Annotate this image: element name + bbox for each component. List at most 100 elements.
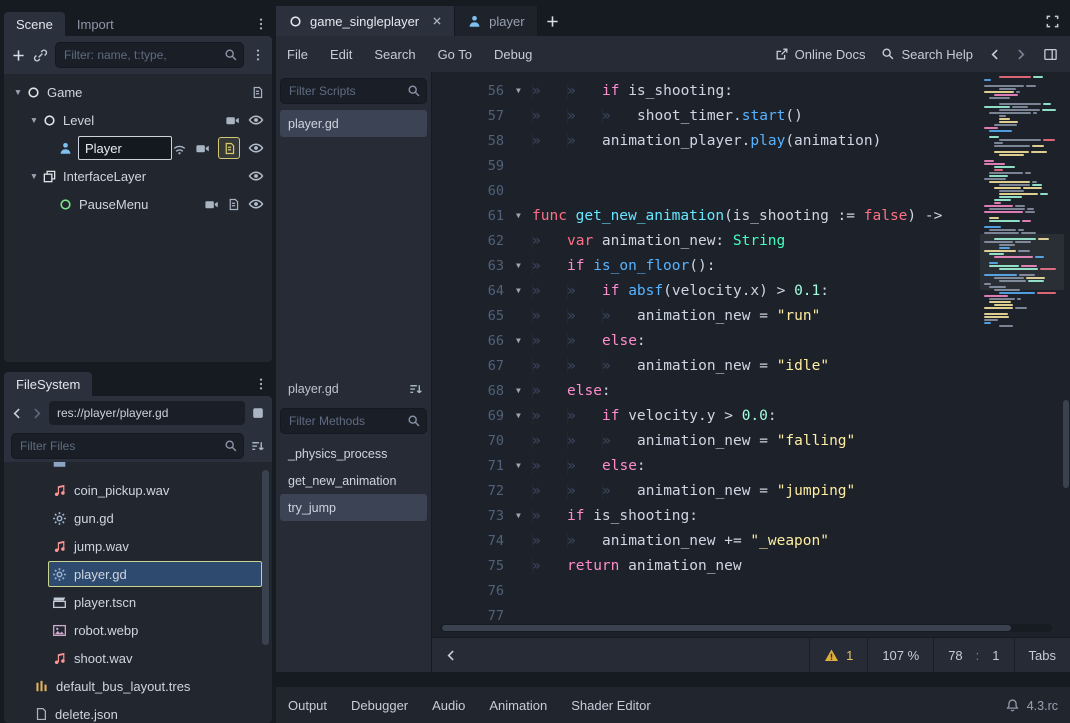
add-node-icon[interactable]: [11, 48, 26, 63]
script-history-back-icon[interactable]: [432, 649, 471, 662]
code-line-63[interactable]: 63▼»if is_on_floor():: [432, 253, 1070, 278]
group-icon[interactable]: [225, 113, 240, 128]
code-line-60[interactable]: 60: [432, 178, 1070, 203]
line-number[interactable]: 71: [432, 458, 516, 474]
history-back-icon[interactable]: [989, 48, 1002, 61]
tree-row-level[interactable]: ▼Level: [4, 106, 272, 134]
file-row-default_bus_layout.tres[interactable]: default_bus_layout.tres: [4, 672, 272, 700]
horizontal-scrollbar[interactable]: [440, 624, 1052, 632]
zoom-indicator[interactable]: 107 %: [867, 638, 933, 672]
scene-dock-tab-scene[interactable]: Scene: [4, 12, 65, 36]
scene-dock-tab-import[interactable]: Import: [65, 12, 126, 36]
scene-tabbar-dots-icon[interactable]: [254, 17, 268, 31]
fs-dock-tab[interactable]: FileSystem: [4, 372, 92, 396]
menu-go-to[interactable]: Go To: [427, 36, 483, 72]
line-number[interactable]: 67: [432, 358, 516, 374]
visibility-eye-icon[interactable]: [248, 112, 264, 128]
fs-menu-dots-icon[interactable]: [254, 377, 268, 391]
line-number[interactable]: 69: [432, 408, 516, 424]
scene-tab-player[interactable]: player: [455, 6, 537, 36]
history-forward-icon[interactable]: [1014, 48, 1027, 61]
online-docs-button[interactable]: Online Docs: [775, 47, 866, 62]
code-line-76[interactable]: 76: [432, 578, 1070, 603]
instance-scene-link-icon[interactable]: [33, 48, 48, 63]
fold-arrow-icon[interactable]: ▼: [516, 461, 532, 470]
fs-split-mode-icon[interactable]: [251, 406, 265, 420]
search-help-button[interactable]: Search Help: [881, 47, 973, 62]
file-row-robot.webp[interactable]: robot.webp: [4, 616, 272, 644]
file-row-gun.gd[interactable]: gun.gd: [4, 504, 272, 532]
code-line-64[interactable]: 64▼»»if absf(velocity.x) > 0.1:: [432, 278, 1070, 303]
line-number[interactable]: 61: [432, 208, 516, 224]
tree-row-pausemenu[interactable]: PauseMenu: [4, 190, 272, 218]
code-line-70[interactable]: 70»»»animation_new = "falling": [432, 428, 1070, 453]
code-line-73[interactable]: 73▼»if is_shooting:: [432, 503, 1070, 528]
file-row-coin_pickup.wav[interactable]: coin_pickup.wav: [4, 476, 272, 504]
filter-methods-input[interactable]: [280, 408, 427, 434]
attached-script-icon[interactable]: [227, 198, 240, 211]
warnings-indicator[interactable]: 1: [809, 638, 867, 672]
method-item-try_jump[interactable]: try_jump: [280, 494, 427, 521]
scene-tab-game_singleplayer[interactable]: game_singleplayer: [276, 6, 455, 36]
fs-breadcrumb[interactable]: res://player/player.gd: [49, 401, 245, 425]
script-item-player.gd[interactable]: player.gd: [280, 110, 427, 137]
bottom-tab-shader-editor[interactable]: Shader Editor: [559, 687, 663, 723]
code-line-62[interactable]: 62»var animation_new: String: [432, 228, 1070, 253]
tree-row-game[interactable]: ▼Game: [4, 78, 272, 106]
menu-debug[interactable]: Debug: [483, 36, 543, 72]
group-icon[interactable]: [204, 197, 219, 212]
notifications-bell-icon[interactable]: [1005, 698, 1020, 713]
file-row-player.tscn[interactable]: player.tscn: [4, 588, 272, 616]
line-number[interactable]: 62: [432, 233, 516, 249]
collapse-arrow-icon[interactable]: ▼: [26, 115, 42, 125]
minimap[interactable]: [984, 76, 1060, 328]
method-sort-icon[interactable]: [408, 382, 423, 397]
line-number[interactable]: 59: [432, 158, 516, 174]
code-line-75[interactable]: 75»return animation_new: [432, 553, 1070, 578]
visibility-eye-icon[interactable]: [248, 140, 264, 156]
line-number[interactable]: 57: [432, 108, 516, 124]
fold-arrow-icon[interactable]: ▼: [516, 286, 532, 295]
close-tab-icon[interactable]: [432, 16, 442, 26]
vertical-scrollbar[interactable]: [1063, 400, 1069, 488]
line-number[interactable]: 68: [432, 383, 516, 399]
code-line-69[interactable]: 69▼»»if velocity.y > 0.0:: [432, 403, 1070, 428]
fold-arrow-icon[interactable]: ▼: [516, 86, 532, 95]
open-script-icon[interactable]: [218, 137, 240, 159]
file-row-player.gd[interactable]: player.gd: [4, 560, 272, 588]
code-line-59[interactable]: 59: [432, 153, 1070, 178]
bottom-tab-debugger[interactable]: Debugger: [339, 687, 420, 723]
file-row-delete.json[interactable]: delete.json: [4, 700, 272, 723]
line-number[interactable]: 77: [432, 608, 516, 624]
line-number[interactable]: 58: [432, 133, 516, 149]
fold-arrow-icon[interactable]: ▼: [516, 511, 532, 520]
filter-scripts-input[interactable]: [280, 78, 427, 104]
code-line-67[interactable]: 67»»»animation_new = "idle": [432, 353, 1070, 378]
tree-row-player[interactable]: Player: [4, 134, 272, 162]
code-editor[interactable]: 56▼»»if is_shooting:57»»»shoot_timer.sta…: [432, 72, 1070, 672]
fs-back-icon[interactable]: [11, 407, 24, 420]
menu-edit[interactable]: Edit: [319, 36, 363, 72]
file-row[interactable]: [4, 462, 272, 476]
line-number[interactable]: 75: [432, 558, 516, 574]
scene-filter-input[interactable]: [55, 42, 244, 68]
fold-arrow-icon[interactable]: ▼: [516, 411, 532, 420]
code-line-74[interactable]: 74»»animation_new += "_weapon": [432, 528, 1070, 553]
line-number[interactable]: 64: [432, 283, 516, 299]
group-icon[interactable]: [195, 141, 210, 156]
file-list-scrollbar[interactable]: [262, 470, 269, 645]
code-line-56[interactable]: 56▼»»if is_shooting:: [432, 78, 1070, 103]
code-line-65[interactable]: 65»»»animation_new = "run": [432, 303, 1070, 328]
collapse-arrow-icon[interactable]: ▼: [26, 171, 42, 181]
minimap-viewport[interactable]: [980, 234, 1064, 290]
fold-arrow-icon[interactable]: ▼: [516, 211, 532, 220]
code-line-66[interactable]: 66▼»»else:: [432, 328, 1070, 353]
fold-arrow-icon[interactable]: ▼: [516, 336, 532, 345]
line-number[interactable]: 65: [432, 308, 516, 324]
fs-forward-icon[interactable]: [30, 407, 43, 420]
line-number[interactable]: 74: [432, 533, 516, 549]
visibility-eye-icon[interactable]: [248, 196, 264, 212]
fs-filter-input[interactable]: [11, 433, 244, 459]
bottom-tab-animation[interactable]: Animation: [477, 687, 559, 723]
line-number[interactable]: 63: [432, 258, 516, 274]
